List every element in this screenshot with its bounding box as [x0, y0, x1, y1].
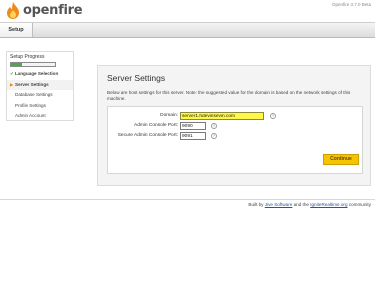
server-settings-panel: Server Settings Below are host settings … — [97, 65, 371, 186]
sidebar-item-profile-settings: Profile Settings — [7, 101, 73, 112]
footer-middle: and the — [292, 202, 311, 207]
progress-fill — [11, 63, 22, 66]
logo-text: openfire — [23, 3, 83, 18]
secure-port-label: Secure Admin Console Port: — [117, 133, 178, 138]
footer-prefix: Built by — [248, 202, 265, 207]
flame-icon — [7, 2, 19, 19]
footer-suffix: community — [347, 202, 371, 207]
sidebar-item-server-settings: ▶ Server Settings — [7, 79, 73, 90]
admin-port-field[interactable] — [180, 122, 206, 130]
domain-field[interactable] — [180, 112, 264, 120]
ignite-realtime-link[interactable]: IgniteRealtime.org — [310, 202, 347, 207]
setup-progress-bar — [10, 62, 56, 67]
domain-label: Domain: — [160, 113, 178, 118]
jive-software-link[interactable]: Jive Software — [265, 202, 293, 207]
domain-row: Domain: ? — [108, 112, 364, 121]
current-step-arrow-icon: ▶ — [10, 81, 14, 87]
sidebar-item-database-settings: Database Settings — [7, 90, 73, 101]
sidebar-item-admin-account: Admin Account — [7, 111, 73, 122]
help-icon[interactable]: ? — [211, 123, 217, 129]
sidebar-item-label: Language Selection — [14, 71, 59, 76]
sidebar-item-label: Profile Settings — [15, 102, 46, 108]
sidebar-title: Setup Progress — [10, 54, 45, 60]
secure-port-row: Secure Admin Console Port: ? — [108, 132, 364, 141]
help-icon[interactable]: ? — [211, 133, 217, 139]
footer-divider — [0, 199, 375, 200]
nav-bar: Setup — [0, 22, 375, 38]
secure-port-field[interactable] — [180, 132, 206, 140]
admin-port-row: Admin Console Port: ? — [108, 122, 364, 131]
tab-setup[interactable]: Setup — [0, 23, 33, 37]
page-title: Server Settings — [107, 73, 166, 83]
header: openfire Openfire 3.7.0 Beta — [0, 0, 375, 22]
sidebar-item-label: Admin Account — [15, 113, 46, 118]
version-label: Openfire 3.7.0 Beta — [331, 2, 371, 7]
continue-button[interactable]: Continue — [323, 154, 359, 165]
admin-port-label: Admin Console Port: — [134, 123, 178, 128]
settings-description: Below are host settings for this server.… — [107, 90, 351, 101]
checkmark-icon: ✓ — [10, 71, 14, 76]
sidebar-item-label: Server Settings — [15, 81, 49, 87]
sidebar-item-label: Database Settings — [15, 92, 53, 97]
sidebar-item-language-selection: ✓Language Selection — [7, 69, 73, 80]
openfire-logo[interactable]: openfire — [6, 2, 86, 20]
setup-progress-sidebar: Setup Progress ✓Language Selection ▶ Serv… — [6, 51, 74, 121]
help-icon[interactable]: ? — [270, 113, 276, 119]
footer: Built by Jive Software and the IgniteRea… — [248, 202, 371, 207]
